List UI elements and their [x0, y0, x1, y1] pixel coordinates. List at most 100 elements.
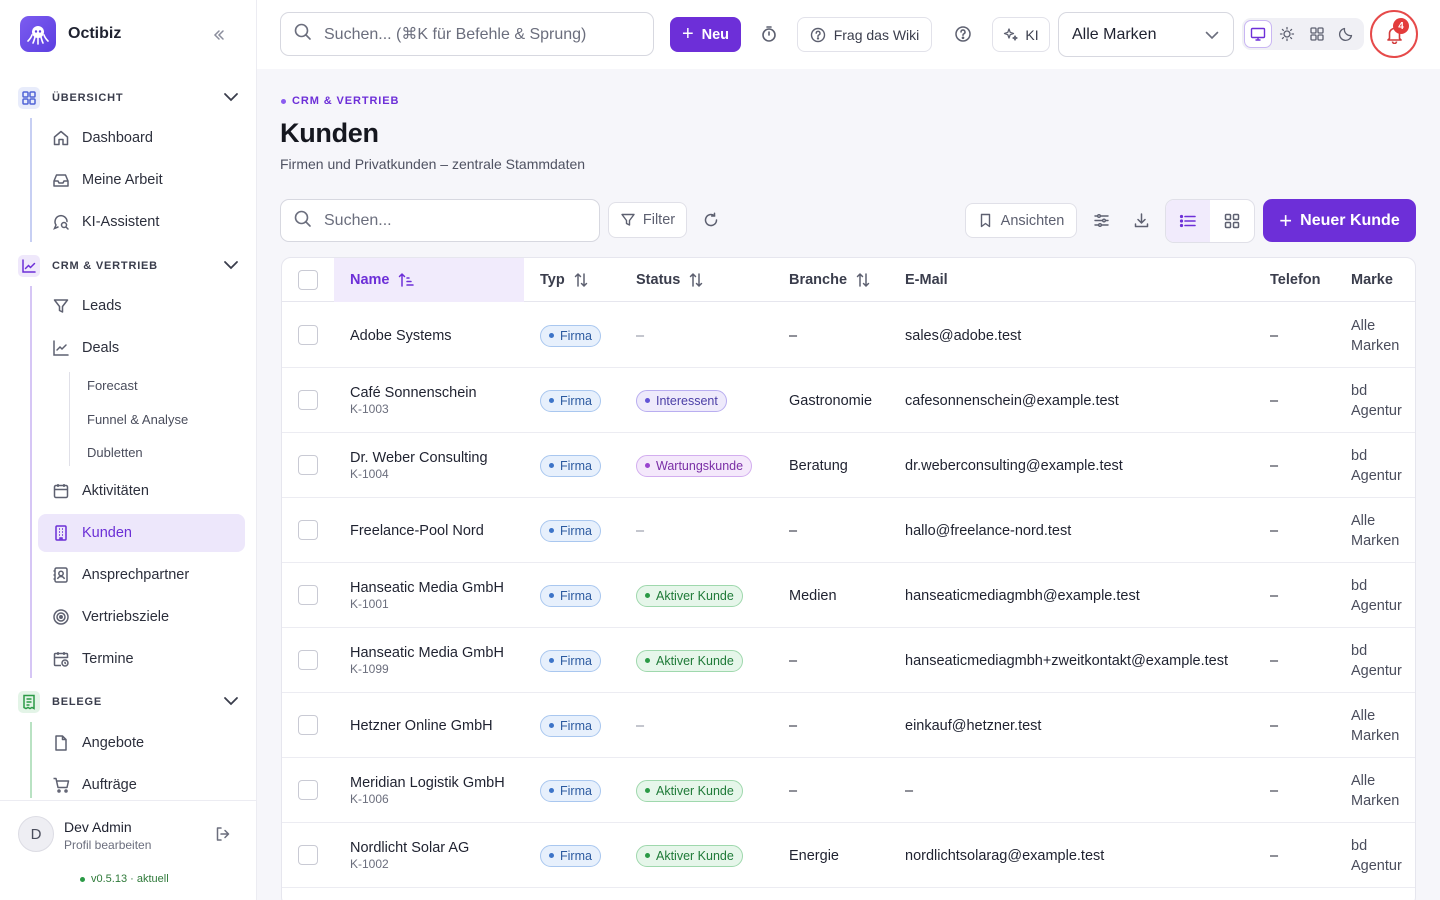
table-row[interactable]: Café Sonnenschein K-1003 Firma Interessen…: [282, 368, 1415, 433]
sidebar-item-angebote[interactable]: Angebote: [38, 724, 245, 762]
table-row[interactable]: Nordlicht Solar AG K-1002 Firma Aktiver K…: [282, 823, 1415, 888]
sidebar-subitem-forecast[interactable]: Forecast: [87, 378, 138, 393]
moon-icon[interactable]: [1333, 20, 1360, 48]
grid-view-icon[interactable]: [1210, 200, 1254, 242]
table-row[interactable]: Meridian Logistik GmbH K-1006 Firma Aktiv…: [282, 758, 1415, 823]
user-name[interactable]: Dev Admin: [64, 819, 132, 835]
table-row[interactable]: Freelance-Pool Nord Firma – – hallo@free…: [282, 498, 1415, 563]
monitor-icon[interactable]: [1244, 20, 1272, 48]
industry-value: Gastronomie: [789, 392, 873, 409]
column-header-email[interactable]: E-Mail: [905, 258, 948, 302]
email-value[interactable]: hanseaticmediagmbh+zweitkontakt@example.…: [905, 653, 1228, 669]
table-row[interactable]: Hetzner Online GmbH Firma – – einkauf@he…: [282, 693, 1415, 758]
layout-icon[interactable]: [1303, 20, 1330, 48]
sidebar-item-auftraege[interactable]: Aufträge: [38, 766, 245, 798]
section-crm[interactable]: CRM & VERTRIEB: [18, 254, 240, 278]
table-row[interactable]: Hanseatic Media GmbH K-1001 Firma Aktiver…: [282, 563, 1415, 628]
ask-wiki-button[interactable]: Frag das Wiki: [797, 17, 932, 52]
row-checkbox[interactable]: [298, 455, 318, 475]
email-value[interactable]: cafesonnenschein@example.test: [905, 393, 1119, 409]
row-checkbox[interactable]: [298, 715, 318, 735]
list-view-icon[interactable]: [1166, 200, 1210, 242]
refresh-icon[interactable]: [700, 209, 722, 231]
sidebar-item-leads[interactable]: Leads: [38, 287, 245, 325]
column-header-name[interactable]: Name: [334, 258, 524, 302]
brand[interactable]: Octibiz: [20, 16, 121, 52]
sidebar-subitem-funnel[interactable]: Funnel & Analyse: [87, 412, 188, 427]
customer-search-input[interactable]: Suchen...: [280, 199, 600, 242]
avatar[interactable]: D: [18, 816, 54, 852]
collapse-sidebar-icon[interactable]: [208, 24, 230, 46]
table-row[interactable]: Hanseatic Media GmbH K-1099 Firma Aktiver…: [282, 628, 1415, 693]
global-search-input[interactable]: Suchen... (⌘K für Befehle & Sprung): [280, 12, 654, 56]
sidebar-item-meine-arbeit[interactable]: Meine Arbeit: [38, 161, 245, 199]
type-label: Firma: [560, 328, 592, 343]
email-value[interactable]: einkauf@hetzner.test: [905, 718, 1041, 734]
ai-button[interactable]: KI: [992, 17, 1050, 52]
customer-name[interactable]: Dr. Weber Consulting: [350, 450, 488, 466]
sun-icon[interactable]: [1274, 20, 1301, 48]
download-icon[interactable]: [1130, 209, 1152, 231]
table-row[interactable]: Dr. Weber Consulting K-1004 Firma Wartung…: [282, 433, 1415, 498]
brand-value-line1: bd: [1351, 642, 1368, 659]
email-value[interactable]: sales@adobe.test: [905, 328, 1021, 344]
views-button[interactable]: Ansichten: [965, 203, 1077, 238]
row-checkbox[interactable]: [298, 520, 318, 540]
customer-name[interactable]: Adobe Systems: [350, 328, 452, 344]
octopus-logo-icon: [20, 16, 56, 52]
row-checkbox[interactable]: [298, 585, 318, 605]
section-uebersicht[interactable]: ÜBERSICHT: [18, 86, 240, 110]
customer-name[interactable]: Freelance-Pool Nord: [350, 523, 484, 539]
sidebar-item-ki-assistent[interactable]: KI-Assistent: [38, 203, 245, 241]
sliders-icon[interactable]: [1090, 209, 1112, 231]
customer-name[interactable]: Hetzner Online GmbH: [350, 718, 493, 734]
sidebar-item-vertriebsziele[interactable]: Vertriebsziele: [38, 598, 245, 636]
customer-name[interactable]: Hanseatic Media GmbH: [350, 580, 504, 596]
cell-name: Freelance-Pool Nord: [350, 498, 484, 563]
sidebar-item-deals[interactable]: Deals: [38, 329, 245, 367]
section-belege[interactable]: BELEGE: [18, 690, 240, 714]
cell-email: sales@adobe.test: [905, 303, 1021, 368]
sidebar-item-kunden[interactable]: Kunden: [38, 514, 245, 552]
sidebar-item-termine[interactable]: Termine: [38, 640, 245, 678]
sidebar-subitem-dubletten[interactable]: Dubletten: [87, 445, 143, 460]
row-checkbox[interactable]: [298, 390, 318, 410]
sidebar-item-dashboard[interactable]: Dashboard: [38, 119, 245, 157]
cell-marke: bd Agentur: [1351, 628, 1402, 693]
table-row[interactable]: Adobe Systems Firma – – sales@adobe.test…: [282, 303, 1415, 368]
status-dot: [645, 788, 650, 793]
new-customer-button[interactable]: + Neuer Kunde: [1263, 199, 1416, 242]
email-value[interactable]: nordlichtsolarag@example.test: [905, 848, 1104, 864]
type-dot: [549, 398, 554, 403]
email-value[interactable]: hanseaticmediagmbh@example.test: [905, 588, 1140, 604]
customer-name[interactable]: Café Sonnenschein: [350, 385, 477, 401]
row-checkbox[interactable]: [298, 780, 318, 800]
row-checkbox[interactable]: [298, 845, 318, 865]
type-dot: [549, 658, 554, 663]
edit-profile-link[interactable]: Profil bearbeiten: [64, 838, 151, 852]
notifications-button[interactable]: 4: [1370, 10, 1418, 58]
timer-icon[interactable]: [757, 22, 781, 46]
customer-name[interactable]: Meridian Logistik GmbH: [350, 775, 505, 791]
status-label: Wartungskunde: [656, 458, 744, 473]
column-header-marke[interactable]: Marke: [1351, 258, 1393, 302]
select-all-checkbox[interactable]: [298, 270, 318, 290]
row-checkbox[interactable]: [298, 325, 318, 345]
logout-icon[interactable]: [214, 825, 232, 848]
filter-button[interactable]: Filter: [608, 202, 687, 238]
column-header-status[interactable]: Status: [636, 258, 704, 302]
brand-select[interactable]: Alle Marken: [1058, 12, 1234, 57]
sidebar-item-ansprechpartner[interactable]: Ansprechpartner: [38, 556, 245, 594]
email-value[interactable]: –: [905, 783, 913, 799]
sidebar-item-aktivitaeten[interactable]: Aktivitäten: [38, 472, 245, 510]
column-header-typ[interactable]: Typ: [540, 258, 589, 302]
email-value[interactable]: dr.weberconsulting@example.test: [905, 458, 1123, 474]
row-checkbox[interactable]: [298, 650, 318, 670]
customer-name[interactable]: Hanseatic Media GmbH: [350, 645, 504, 661]
new-button[interactable]: + Neu: [670, 17, 741, 52]
column-header-branche[interactable]: Branche: [789, 258, 871, 302]
help-icon[interactable]: [951, 22, 975, 46]
email-value[interactable]: hallo@freelance-nord.test: [905, 523, 1071, 539]
column-header-telefon[interactable]: Telefon: [1270, 258, 1320, 302]
customer-name[interactable]: Nordlicht Solar AG: [350, 840, 469, 856]
